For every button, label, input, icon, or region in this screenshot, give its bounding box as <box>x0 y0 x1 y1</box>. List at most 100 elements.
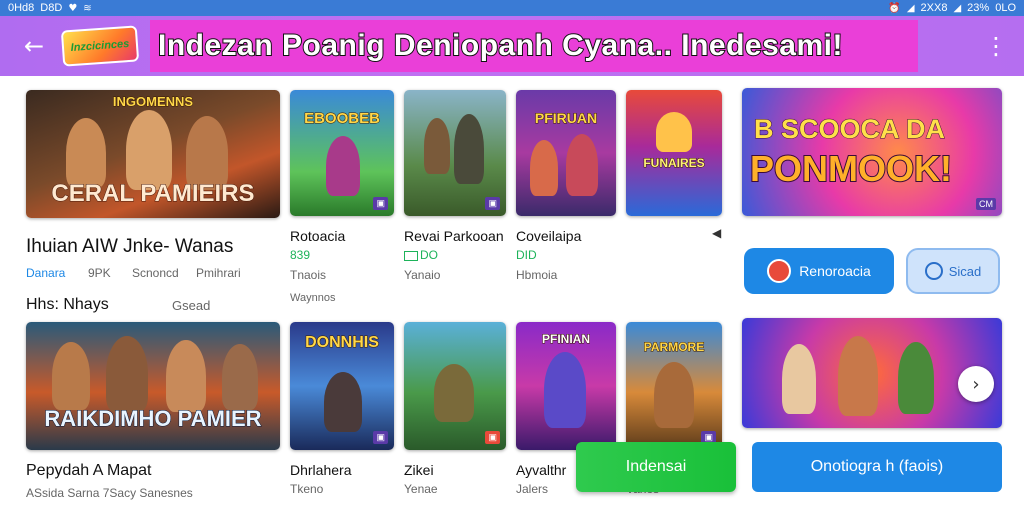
scroll-left-icon[interactable]: ◀ <box>712 226 721 240</box>
game-title: Coveilaipa <box>516 228 582 244</box>
game-title: Ayvalthr <box>516 462 567 478</box>
feature-game-tile[interactable]: INGOMENNS CERAL PAMIEIRS <box>26 90 280 218</box>
character-figure <box>898 342 934 414</box>
clock-icon <box>924 262 943 280</box>
character-figure <box>782 344 816 414</box>
more-options-icon[interactable]: ⋮ <box>984 32 1008 60</box>
feature-tag: Pmihrari <box>196 266 241 280</box>
primary-action-button[interactable]: Renoroacia <box>744 248 894 294</box>
character-figure <box>186 116 228 190</box>
tile-badge: ▣ <box>485 431 500 444</box>
game-rating: DO <box>404 248 438 262</box>
next-arrow-icon[interactable]: › <box>958 366 994 402</box>
wifi-icon: ≋ <box>83 2 92 14</box>
game-tile[interactable]: ▣ <box>404 322 506 450</box>
game-subtitle: Hbmoia <box>516 268 558 282</box>
character-figure <box>424 118 450 174</box>
game-subtitle: Jalers <box>516 482 549 496</box>
character-figure <box>566 134 598 196</box>
alarm-icon: ⏰ <box>888 2 901 14</box>
feature-tag: Scnoncd <box>132 266 179 280</box>
game-title: Zikei <box>404 462 434 478</box>
secondary-action-label: Sicad <box>948 263 982 279</box>
character-figure <box>656 112 692 152</box>
character-figure <box>166 340 206 412</box>
game-tile[interactable]: DONNHIS ▣ <box>290 322 394 450</box>
status-signal: 2XX8 <box>920 2 948 14</box>
character-figure <box>106 336 148 412</box>
game-subtitle: Yanaio <box>404 268 441 282</box>
feature-2-title: Pepydah A Mapat <box>26 462 152 479</box>
promo-line-1: B SCOOCA DA <box>753 114 946 145</box>
main-content: INGOMENNS CERAL PAMIEIRS Ihuian AIW Jnke… <box>0 76 1024 512</box>
back-arrow-icon[interactable]: ← <box>12 24 56 68</box>
notification-icon: ♥ <box>68 2 78 14</box>
game-tile-top-text: EBOOBEB <box>304 110 381 128</box>
status-clock: 0LO <box>995 2 1016 14</box>
promo-badge: CM <box>976 198 996 210</box>
game-tile-top-text: PARMORE <box>643 340 705 355</box>
page-title-banner: Indezan Poanig Deniopanh Cyana.. Inedesa… <box>150 20 918 72</box>
button-avatar-icon <box>767 259 792 283</box>
character-figure <box>326 136 360 196</box>
status-battery: 23% <box>967 2 990 14</box>
tile-badge: ▣ <box>373 197 388 210</box>
feature-tag: Danara <box>26 266 66 280</box>
game-tile[interactable]: PARMORE ▣ <box>626 322 722 450</box>
page-title: Indezan Poanig Deniopanh Cyana.. Inedesa… <box>157 28 843 63</box>
game-tile-top-text: PFIRUAN <box>534 110 598 127</box>
secondary-action-button[interactable]: Sicad <box>906 248 1000 294</box>
game-tile[interactable]: PFINIAN <box>516 322 616 450</box>
signal-icon-2: ◢ <box>953 2 962 14</box>
game-title: Revai Parkooan <box>404 228 504 244</box>
game-subtitle: Tkeno <box>290 482 324 496</box>
character-figure <box>222 344 258 410</box>
primary-action-label: Renoroacia <box>799 263 871 279</box>
feature-tile-top-text: INGOMENNS <box>112 94 194 110</box>
status-bar: 0Hd8 D8D ♥ ≋ ⏰ ◢ 2XX8 ◢ 23% 0LO <box>0 0 1024 16</box>
signal-icon: ◢ <box>906 2 915 14</box>
section-label: Hhs: Nhays <box>26 296 109 313</box>
feature-tag: 9PK <box>88 266 111 280</box>
character-figure <box>838 336 878 416</box>
status-time: 0Hd8 <box>8 2 35 14</box>
character-figure <box>66 118 106 188</box>
promo-banner[interactable]: B SCOOCA DA PONMOOK! CM <box>742 88 1002 216</box>
game-tile[interactable]: PFIRUAN <box>516 90 616 216</box>
game-rating: 839 <box>290 248 311 262</box>
feature-game-tile-2[interactable]: RAIKDIMHO PAMIER <box>26 322 280 450</box>
character-figure <box>52 342 90 410</box>
character-figure <box>530 140 558 196</box>
tile-badge: ▣ <box>373 431 388 444</box>
game-subtitle-2: Waynnos <box>290 292 336 304</box>
character-figure <box>544 352 586 428</box>
feature-tile-text: RAIKDIMHO PAMIER <box>44 406 262 432</box>
promo-line-2: PONMOOK! <box>749 147 953 190</box>
app-header: ← Inzcicinces Indezan Poanig Deniopanh C… <box>0 16 1024 76</box>
open-button[interactable]: Onotiogra h (faois) <box>752 442 1002 492</box>
game-tile[interactable]: EBOOBEB ▣ <box>290 90 394 216</box>
game-rating: DID <box>516 248 537 262</box>
feature-2-subtitle: ASsida Sarna 7Sacy Sanesnes <box>26 486 193 500</box>
character-figure <box>654 362 694 428</box>
game-title: Rotoacia <box>290 228 346 244</box>
game-title: Dhrlahera <box>290 462 352 478</box>
character-figure <box>434 364 474 422</box>
game-tile-top-text: DONNHIS <box>305 334 380 352</box>
rating-icon <box>404 250 418 261</box>
character-figure <box>454 114 484 184</box>
character-figure <box>324 372 362 432</box>
feature-title: Ihuian AIW Jnke- Wanas <box>26 236 234 257</box>
game-subtitle: Yenae <box>404 482 438 496</box>
tile-badge: ▣ <box>485 197 500 210</box>
app-logo[interactable]: Inzcicinces <box>60 25 140 67</box>
game-tile-top-text: PFINIAN <box>542 332 591 347</box>
game-tile[interactable]: ▣ <box>404 90 506 216</box>
character-figure <box>126 110 172 190</box>
game-rating-value: DO <box>420 248 438 262</box>
game-tile-top-text: FUNAIRES <box>643 156 705 171</box>
install-button[interactable]: Indensai <box>576 442 736 492</box>
status-extra: D8D <box>40 2 63 14</box>
section-extra: Gsead <box>172 298 211 313</box>
game-tile[interactable]: FUNAIRES <box>626 90 722 216</box>
